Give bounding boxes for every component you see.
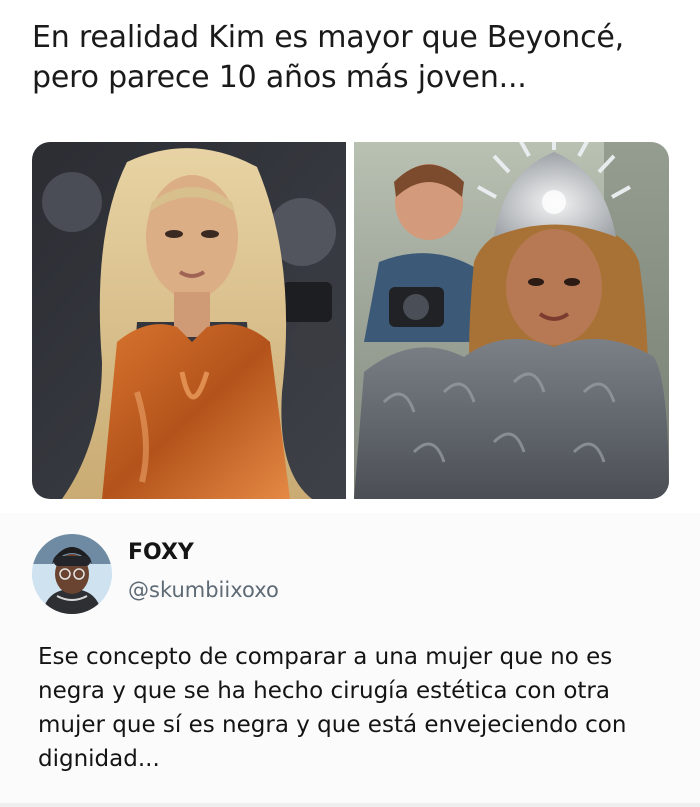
- post-title-line-1: En realidad Kim es mayor que Beyoncé,: [32, 20, 624, 55]
- post-title: En realidad Kim es mayor que Beyoncé, pe…: [32, 18, 682, 98]
- right-photo[interactable]: [354, 142, 669, 499]
- tweet-text-line-2: negra y que se ha hecho cirugía estética…: [38, 678, 610, 704]
- left-photo[interactable]: [32, 142, 346, 499]
- tweet-text-line-1: Ese concepto de comparar a una mujer que…: [38, 644, 613, 670]
- image-collage[interactable]: [32, 142, 669, 499]
- display-name[interactable]: FOXY: [128, 540, 194, 565]
- post-title-line-2: pero parece 10 años más joven...: [32, 60, 527, 95]
- tweet-text-line-3: mujer que sí es negra y que está envejec…: [38, 712, 627, 738]
- tweet-text-line-4: dignidad...: [38, 746, 160, 772]
- user-handle[interactable]: @skumbiixoxo: [128, 578, 279, 602]
- bottom-divider: [0, 803, 700, 807]
- avatar[interactable]: [32, 534, 112, 614]
- tweet-text: Ese concepto de comparar a una mujer que…: [38, 640, 678, 776]
